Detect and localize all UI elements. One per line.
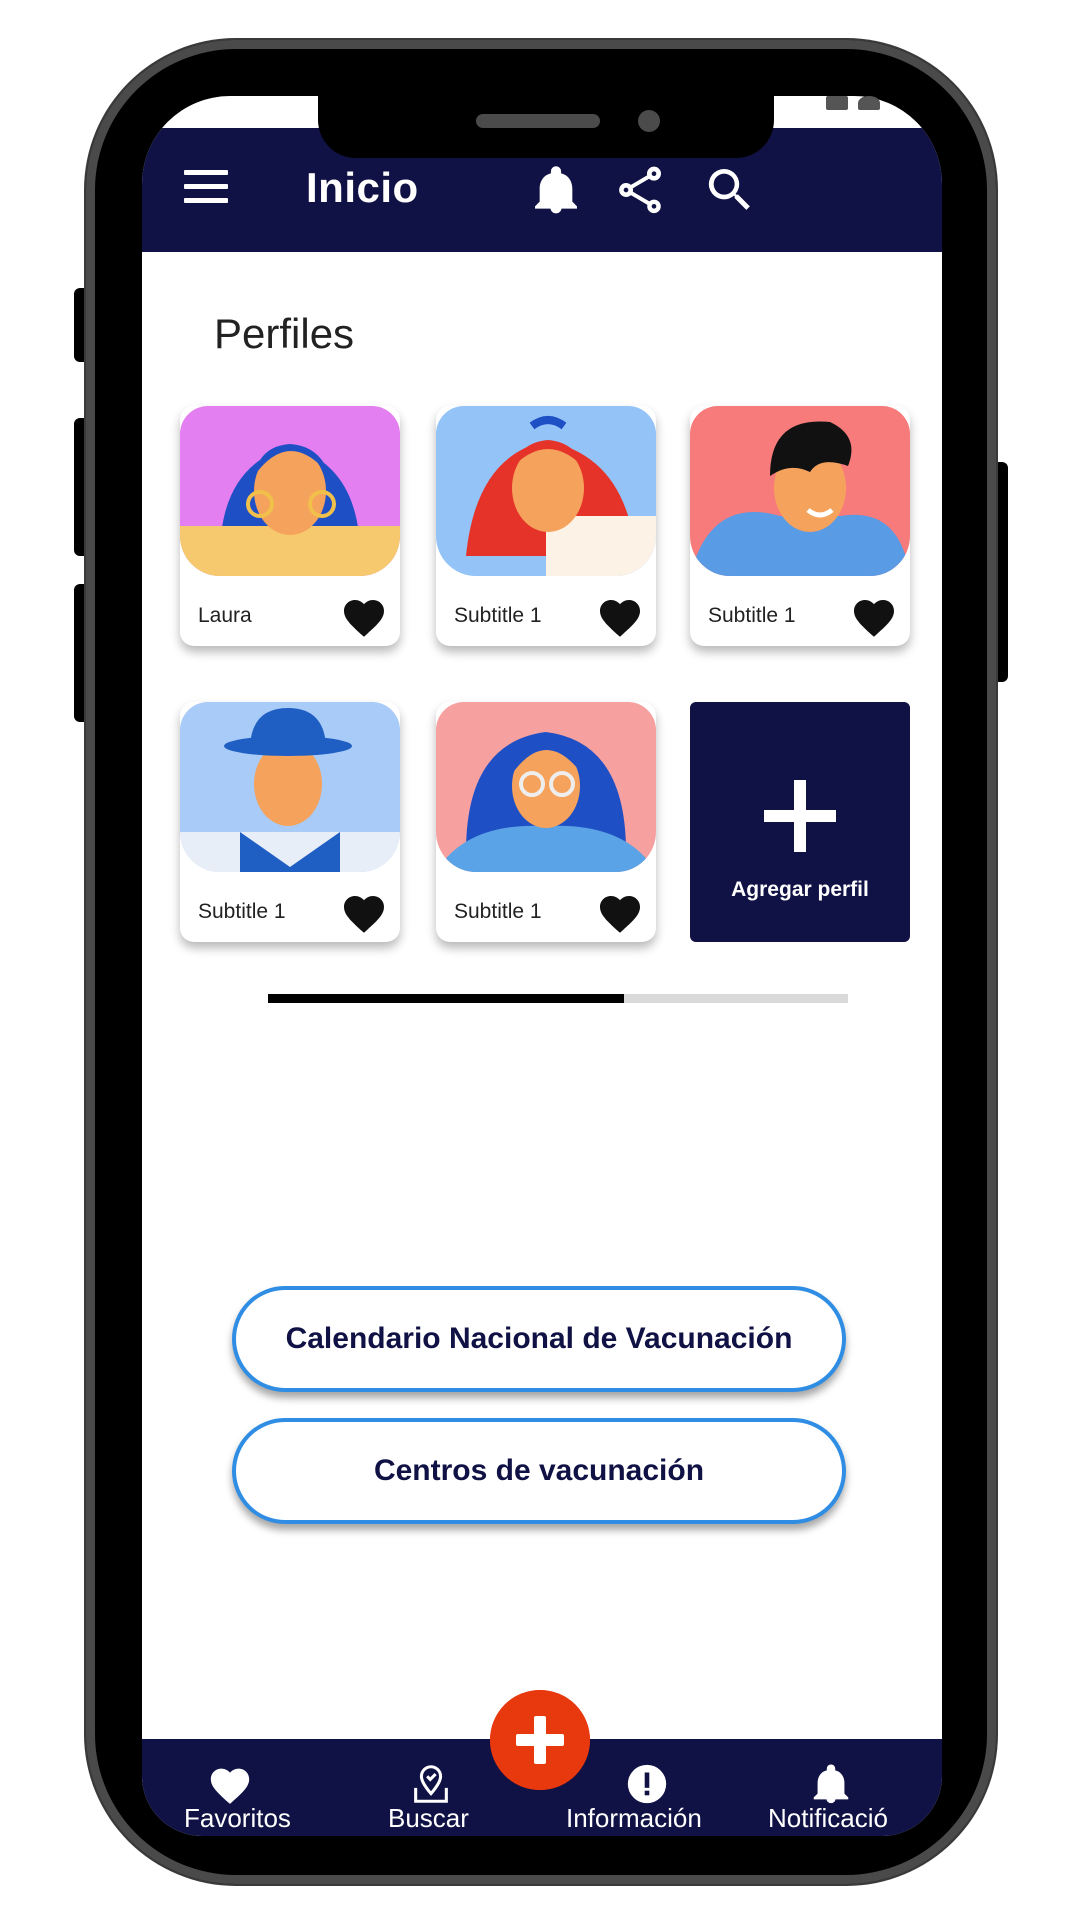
avatar — [436, 702, 656, 872]
profile-card[interactable]: Subtitle 1 — [436, 406, 656, 646]
nav-label: Favoritos — [184, 1803, 291, 1833]
phone-notch — [318, 96, 774, 158]
camera — [638, 110, 660, 132]
avatar — [180, 406, 400, 576]
profile-name: Laura — [198, 604, 252, 627]
add-fab-button[interactable] — [490, 1690, 590, 1790]
speaker — [476, 114, 600, 128]
profile-name: Subtitle 1 — [708, 604, 796, 627]
status-bar-icons — [826, 96, 880, 110]
nav-label: Buscar — [388, 1803, 469, 1833]
heart-icon — [210, 1768, 250, 1804]
plus-icon — [764, 780, 836, 852]
vaccination-centers-button[interactable]: Centros de vacunación — [232, 1418, 846, 1524]
bell-icon — [813, 1764, 849, 1804]
map-pin-icon — [414, 1765, 448, 1803]
profile-card[interactable]: Subtitle 1 — [180, 702, 400, 942]
add-profile-button[interactable]: Agregar perfil — [690, 702, 910, 942]
heart-icon[interactable] — [340, 594, 388, 638]
menu-icon[interactable] — [184, 170, 228, 206]
nav-label: Notificació — [768, 1803, 888, 1833]
section-title: Perfiles — [214, 310, 355, 357]
profile-card[interactable]: Subtitle 1 — [436, 702, 656, 942]
profile-card[interactable]: Laura — [180, 406, 400, 646]
bell-icon[interactable] — [528, 162, 584, 218]
profile-name: Subtitle 1 — [454, 604, 542, 627]
info-icon — [627, 1764, 667, 1804]
profile-name: Subtitle 1 — [454, 900, 542, 923]
add-profile-label: Agregar perfil — [731, 878, 869, 901]
page-title: Inicio — [306, 164, 419, 211]
share-icon[interactable] — [612, 162, 668, 218]
carousel-scroll-thumb[interactable] — [268, 994, 624, 1003]
nav-label: Información — [566, 1803, 702, 1833]
heart-icon[interactable] — [596, 890, 644, 934]
avatar — [180, 702, 400, 872]
heart-icon[interactable] — [340, 890, 388, 934]
search-icon[interactable] — [702, 162, 758, 218]
calendar-button[interactable]: Calendario Nacional de Vacunación — [232, 1286, 846, 1392]
nav-buscar[interactable]: Buscar — [362, 1739, 502, 1836]
heart-icon[interactable] — [850, 594, 898, 638]
heart-icon[interactable] — [596, 594, 644, 638]
avatar — [690, 406, 910, 576]
profile-name: Subtitle 1 — [198, 900, 286, 923]
avatar — [436, 406, 656, 576]
nav-favoritos[interactable]: Favoritos — [162, 1739, 302, 1836]
nav-notificaciones[interactable]: Notificació — [762, 1739, 942, 1836]
profile-card[interactable]: Subtitle 1 — [690, 406, 910, 646]
